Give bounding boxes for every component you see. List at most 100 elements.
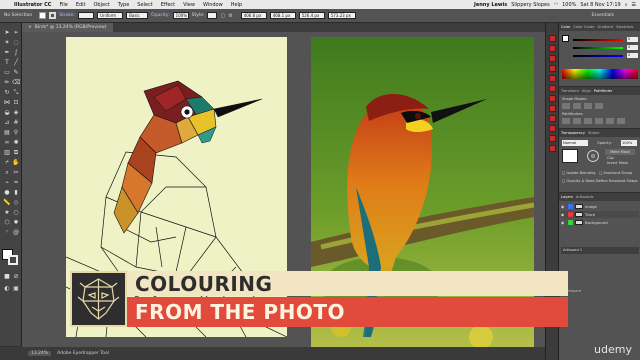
warp-tool-icon[interactable]: ≈ [12, 179, 20, 187]
artboard-list-item[interactable]: Artboard 1 [561, 247, 639, 254]
panel-toggle-icon[interactable] [549, 35, 556, 42]
intersect-icon[interactable] [584, 103, 592, 109]
panel-toggle-icon[interactable] [549, 75, 556, 82]
tab-transparency[interactable]: Transparency [561, 131, 585, 135]
panel-toggle-icon[interactable] [549, 55, 556, 62]
zoom-tool-icon[interactable]: ⌕ [3, 169, 11, 177]
menu-edit[interactable]: Edit [72, 2, 90, 8]
opacity-value[interactable]: 100% [621, 140, 637, 146]
anchor-point-icon[interactable]: ◇ [12, 199, 20, 207]
ellipse-tool-icon[interactable]: ○ [12, 209, 20, 217]
measure-tool-icon[interactable]: 📏 [3, 199, 11, 207]
y-field[interactable]: 468.1 px [269, 12, 296, 19]
slice-tool-icon[interactable]: ⌿ [3, 159, 11, 167]
type-tool-icon[interactable]: T [3, 59, 11, 67]
mesh-tool-icon[interactable]: # [12, 119, 20, 127]
paintbrush-icon[interactable]: ✎ [12, 69, 20, 77]
menu-select[interactable]: Select [133, 2, 156, 8]
gradient-tool-icon[interactable]: ▤ [3, 129, 11, 137]
width-tool-icon[interactable]: ⋈ [3, 99, 11, 107]
spiral-tool-icon[interactable]: @ [12, 229, 20, 237]
layer-name[interactable]: Image [585, 204, 597, 209]
tab-swatches[interactable]: Swatches [616, 25, 633, 29]
document-setup-icon[interactable]: ▢ [220, 13, 225, 19]
arc-tool-icon[interactable]: ◜ [3, 229, 11, 237]
panel-toggle-icon[interactable] [549, 115, 556, 122]
close-icon[interactable]: × [28, 25, 32, 30]
magic-wand-icon[interactable]: ✶ [3, 39, 11, 47]
menu-window[interactable]: Window [199, 2, 227, 8]
stroke-profile-select[interactable]: Uniform [97, 12, 124, 19]
opacity-label[interactable]: Opacity: [151, 13, 170, 18]
graph-tool-icon[interactable]: ▥ [3, 149, 11, 157]
column-graph-icon[interactable]: ▮ [12, 189, 20, 197]
polygon-tool-icon[interactable]: ⬡ [3, 219, 11, 227]
rotate-tool-icon[interactable]: ↻ [3, 89, 11, 97]
exclude-icon[interactable] [595, 103, 603, 109]
perspective-grid-icon[interactable]: ⊿ [3, 119, 11, 127]
eye-icon[interactable]: ◉ [561, 220, 566, 225]
knife-icon[interactable]: ⌁ [3, 179, 11, 187]
zoom-field[interactable]: 13.24% [28, 351, 52, 356]
eye-icon[interactable]: ◉ [561, 204, 566, 209]
make-mask-button[interactable]: Make Mask [605, 149, 635, 155]
blue-slider[interactable] [573, 55, 623, 57]
color-mode-icon[interactable]: ■ [3, 273, 11, 281]
hand-tool-icon[interactable]: ✋ [12, 159, 20, 167]
outline-icon[interactable] [606, 118, 614, 124]
merge-icon[interactable] [584, 118, 592, 124]
panel-toggle-icon[interactable] [549, 65, 556, 72]
trim-icon[interactable] [573, 118, 581, 124]
stroke-swatch[interactable] [49, 12, 57, 19]
unite-icon[interactable] [562, 103, 570, 109]
menubar-user[interactable]: Jenny Lewis [474, 2, 507, 8]
tab-align[interactable]: Align [582, 89, 591, 93]
tab-color[interactable]: Color [561, 25, 570, 29]
style-select[interactable] [207, 12, 218, 19]
menu-type[interactable]: Type [114, 2, 133, 8]
layer-name[interactable]: Trace [585, 212, 595, 217]
menu-help[interactable]: Help [227, 2, 246, 8]
battery-level[interactable]: 100% [562, 2, 576, 8]
document-tab[interactable]: × Birds* @ 13.24% (RGB/Preview) [22, 23, 113, 32]
tab-artboards[interactable]: Artboards [576, 195, 594, 199]
scissors-icon[interactable]: ✂ [12, 169, 20, 177]
panel-toggle-icon[interactable] [549, 85, 556, 92]
minus-front-icon[interactable] [573, 103, 581, 109]
layer-name[interactable]: Background [585, 220, 608, 225]
w-field[interactable]: 526.4 px [298, 12, 325, 19]
menu-effect[interactable]: Effect [157, 2, 179, 8]
menu-view[interactable]: View [179, 2, 199, 8]
tab-layers[interactable]: Layers [561, 195, 573, 199]
wifi-icon[interactable]: ◠ [554, 2, 558, 8]
workspace-switcher[interactable]: Essentials [591, 13, 614, 18]
eye-icon[interactable]: ◉ [561, 212, 566, 217]
rectangle-tool-icon[interactable]: ▭ [3, 69, 11, 77]
tab-color-guide[interactable]: Color Guide [573, 25, 594, 29]
divide-icon[interactable] [562, 118, 570, 124]
layer-row[interactable]: ◉ Image [561, 203, 639, 210]
knockout-group-checkbox[interactable]: □ Knockout Group [599, 171, 632, 175]
red-slider[interactable] [573, 39, 623, 41]
blob-brush-icon[interactable]: ● [3, 189, 11, 197]
menu-file[interactable]: File [55, 2, 71, 8]
green-value[interactable]: 0 [627, 45, 638, 50]
panel-toggle-icon[interactable] [549, 95, 556, 102]
panel-toggle-icon[interactable] [549, 45, 556, 52]
panel-toggle-icon[interactable] [549, 105, 556, 112]
object-thumbnail[interactable] [562, 149, 578, 163]
no-mask-icon[interactable]: ⊘ [587, 150, 599, 162]
blue-value[interactable]: 0 [627, 53, 638, 58]
h-field[interactable]: 573.23 px [327, 12, 356, 19]
layer-row[interactable]: ◉ Background [561, 219, 639, 226]
crop-icon[interactable] [595, 118, 603, 124]
shape-builder-icon[interactable]: ◒ [3, 109, 11, 117]
stroke-color-box[interactable] [8, 255, 18, 265]
preferences-icon[interactable]: ⚙ [228, 13, 232, 19]
panel-toggle-icon[interactable] [549, 135, 556, 142]
live-paint-icon[interactable]: ◈ [12, 109, 20, 117]
isolate-blending-checkbox[interactable]: □ Isolate Blending [562, 171, 595, 175]
star-tool-icon[interactable]: ★ [3, 209, 11, 217]
fill-swatch[interactable] [39, 12, 47, 19]
scale-tool-icon[interactable]: ⤡ [12, 89, 20, 97]
